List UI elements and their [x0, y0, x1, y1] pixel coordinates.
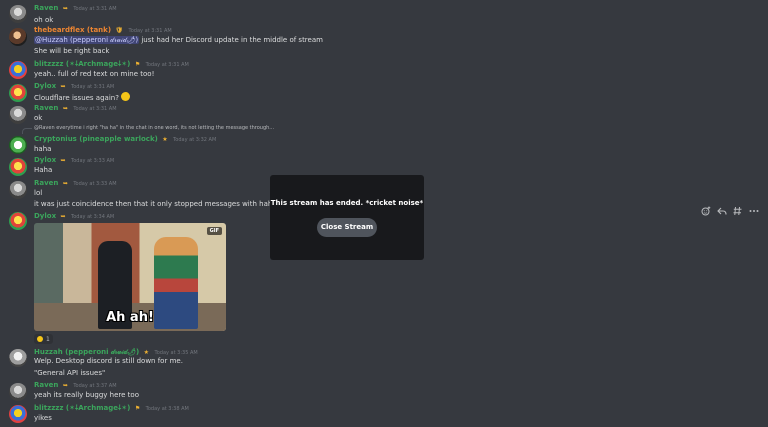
role-icon: ➥: [62, 180, 68, 187]
message: Dylox ➥ Today at 3:31 AM Cloudflare issu…: [0, 82, 700, 104]
avatar[interactable]: [9, 84, 27, 102]
message: Raven ➥ Today at 3:37 AM yeah its really…: [0, 381, 700, 403]
reaction-button[interactable]: 1: [34, 334, 53, 344]
role-icon: ★: [143, 349, 150, 356]
reply-preview[interactable]: @Raven everytime i right "ha ha" in the …: [34, 125, 274, 131]
reaction-count: 1: [46, 335, 50, 343]
laughing-emoji-icon: [37, 336, 43, 342]
more-icon[interactable]: [748, 205, 760, 217]
role-icon: ➥: [60, 213, 66, 220]
message-text: yeah its really buggy here too: [34, 391, 139, 399]
message-text: "General API issues": [34, 369, 106, 377]
message: @Raven everytime i right "ha ha" in the …: [0, 124, 700, 156]
avatar[interactable]: [9, 5, 27, 23]
username[interactable]: Cryptonius (pineapple warlock) ★ Today a…: [34, 135, 216, 143]
timestamp: Today at 3:38 AM: [145, 406, 189, 412]
message-text: haha: [34, 145, 52, 153]
avatar[interactable]: [9, 136, 27, 154]
timestamp: Today at 3:37 AM: [73, 383, 117, 389]
timestamp: Today at 3:31 AM: [128, 28, 172, 34]
message-text: oh ok: [34, 16, 54, 24]
message-text: Haha: [34, 166, 53, 174]
close-stream-button[interactable]: Close Stream: [317, 218, 377, 237]
role-icon: ➥: [62, 105, 68, 112]
message: thebeardflex (tank) 🛡 Today at 3:31 AM @…: [0, 26, 700, 56]
reply-connector: [22, 128, 32, 134]
role-icon: ★: [162, 136, 168, 143]
user-mention[interactable]: @Huzzah (pepperoni 𝒹𝓇𝓊𝒾𝒹🌶): [34, 36, 140, 44]
message-text: Cloudflare issues again?: [34, 92, 130, 102]
create-thread-icon[interactable]: [732, 205, 744, 217]
username[interactable]: Dylox ➥ Today at 3:31 AM: [34, 82, 114, 90]
avatar[interactable]: [9, 158, 27, 176]
role-icon: 🛡: [115, 27, 124, 34]
message-text: yikes: [34, 414, 52, 422]
message: Huzzah (pepperoni 𝒹𝓇𝓊𝒾𝒹🌶) ★ Today at 3:3…: [0, 347, 700, 379]
username[interactable]: Huzzah (pepperoni 𝒹𝓇𝓊𝒾𝒹🌶) ★ Today at 3:3…: [34, 348, 198, 357]
gif-caption: Ah ah!: [106, 310, 154, 325]
message: Raven ➥ Today at 3:31 AM ok: [0, 104, 700, 124]
username[interactable]: blitzzzz (✶⸸Archmage⸸✶) ⚑ Today at 3:31 …: [34, 60, 189, 69]
message-text: She will be right back: [34, 47, 110, 55]
gif-embed[interactable]: Ah ah! GIF: [34, 223, 226, 331]
role-icon: ➥: [62, 382, 68, 389]
role-icon: ⚑: [134, 405, 141, 412]
message-text: Welp. Desktop discord is still down for …: [34, 357, 183, 365]
timestamp: Today at 3:31 AM: [145, 62, 189, 68]
gif-badge: GIF: [206, 227, 222, 235]
timestamp: Today at 3:31 AM: [71, 84, 115, 90]
timestamp: Today at 3:31 AM: [73, 6, 117, 12]
avatar[interactable]: [9, 212, 27, 230]
role-icon: ➥: [60, 83, 66, 90]
username[interactable]: Raven ➥ Today at 3:33 AM: [34, 179, 117, 187]
username[interactable]: thebeardflex (tank) 🛡 Today at 3:31 AM: [34, 26, 172, 34]
reply-icon[interactable]: [716, 205, 728, 217]
message-text: it was just coincidence then that it onl…: [34, 200, 277, 208]
avatar[interactable]: [9, 28, 27, 46]
username[interactable]: Dylox ➥ Today at 3:34 AM: [34, 212, 114, 220]
username[interactable]: Raven ➥ Today at 3:31 AM: [34, 104, 117, 112]
message: Raven ➥ Today at 3:31 AM oh ok: [0, 3, 700, 24]
message-text: @Huzzah (pepperoni 𝒹𝓇𝓊𝒾𝒹🌶) just had her …: [34, 36, 323, 44]
avatar[interactable]: [9, 181, 27, 199]
message-actions-bar: [700, 204, 760, 218]
message: blitzzzz (✶⸸Archmage⸸✶) ⚑ Today at 3:38 …: [0, 403, 700, 425]
username[interactable]: Raven ➥ Today at 3:31 AM: [34, 4, 117, 12]
message: blitzzzz (✶⸸Archmage⸸✶) ⚑ Today at 3:31 …: [0, 59, 700, 81]
avatar[interactable]: [9, 106, 27, 124]
avatar[interactable]: [9, 383, 27, 401]
timestamp: Today at 3:33 AM: [71, 158, 115, 164]
role-icon: ➥: [62, 5, 68, 12]
avatar[interactable]: [9, 405, 27, 423]
role-icon: ➥: [60, 157, 66, 164]
username[interactable]: Raven ➥ Today at 3:37 AM: [34, 381, 117, 389]
stream-ended-panel: This stream has ended. *cricket noise* C…: [270, 175, 424, 260]
username[interactable]: Dylox ➥ Today at 3:33 AM: [34, 156, 114, 164]
thinking-emoji-icon: [120, 92, 130, 101]
message-text: ok: [34, 114, 43, 122]
timestamp: Today at 3:31 AM: [73, 106, 117, 112]
role-icon: ⚑: [134, 61, 141, 68]
message-text: lol: [34, 189, 43, 197]
timestamp: Today at 3:34 AM: [71, 214, 115, 220]
avatar[interactable]: [9, 349, 27, 367]
stream-ended-title: This stream has ended. *cricket noise*: [270, 199, 424, 207]
message-text: yeah.. full of red text on mine too!: [34, 70, 155, 78]
username[interactable]: blitzzzz (✶⸸Archmage⸸✶) ⚑ Today at 3:38 …: [34, 404, 189, 413]
timestamp: Today at 3:33 AM: [73, 181, 117, 187]
add-reaction-icon[interactable]: [700, 205, 712, 217]
timestamp: Today at 3:35 AM: [154, 350, 198, 356]
avatar[interactable]: [9, 61, 27, 79]
timestamp: Today at 3:32 AM: [173, 137, 217, 143]
